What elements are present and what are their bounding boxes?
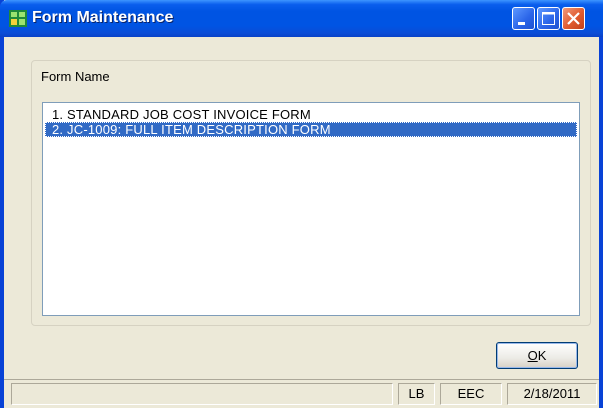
- list-item-selected[interactable]: 2. JC-1009: FULL ITEM DESCRIPTION FORM: [45, 122, 577, 137]
- grid-spreadsheet-icon[interactable]: [9, 10, 27, 27]
- minimize-button[interactable]: [512, 7, 535, 30]
- ok-mnemonic: O: [527, 348, 538, 363]
- list-item[interactable]: 1. STANDARD JOB COST INVOICE FORM: [45, 107, 577, 122]
- maximize-button[interactable]: [537, 7, 560, 30]
- maximize-icon: [542, 12, 555, 25]
- ok-label-rest: K: [537, 348, 547, 363]
- minimize-icon: [518, 22, 525, 25]
- title-bar[interactable]: Form Maintenance: [0, 0, 603, 37]
- form-maintenance-window: Form Maintenance Form Name 1. STANDARD J…: [0, 0, 603, 408]
- close-icon: [567, 12, 580, 25]
- status-message: [11, 383, 393, 405]
- status-date: 2/18/2011: [507, 383, 597, 405]
- window-title: Form Maintenance: [32, 9, 174, 26]
- status-user: LB: [398, 383, 435, 405]
- ok-button[interactable]: OK: [496, 342, 578, 369]
- form-name-listbox[interactable]: 1. STANDARD JOB COST INVOICE FORM 2. JC-…: [42, 102, 580, 316]
- form-name-label: Form Name: [41, 69, 110, 84]
- status-company: EEC: [440, 383, 502, 405]
- close-button[interactable]: [562, 7, 585, 30]
- status-bar: LB EEC 2/18/2011: [4, 379, 599, 406]
